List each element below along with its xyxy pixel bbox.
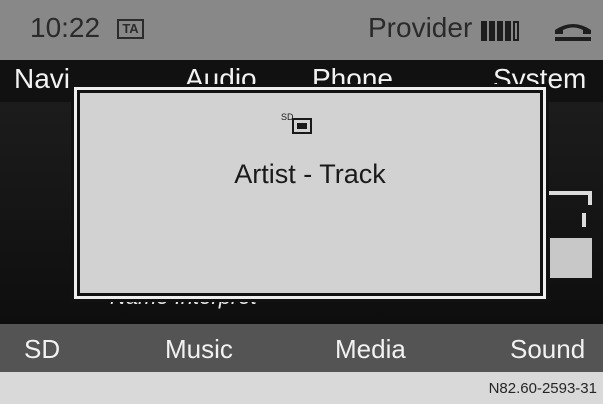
figure-reference-code: N82.60-2593-31	[488, 380, 597, 397]
gauge-block	[550, 238, 592, 278]
traffic-announcement-badge: TA	[117, 19, 144, 39]
status-bar: 10:22 TA Provider	[0, 0, 603, 60]
signal-bar	[489, 21, 495, 41]
signal-bar	[505, 21, 511, 41]
signal-bar-empty	[513, 21, 519, 41]
now-playing-popup: SD Artist - Track	[71, 84, 549, 302]
network-provider: Provider	[368, 12, 473, 43]
menu-item-music[interactable]: Music	[165, 334, 233, 365]
sd-card-icon: SD	[281, 112, 312, 134]
volume-gauge	[548, 183, 592, 283]
phone-handset-icon	[555, 24, 591, 41]
signal-strength-icon	[481, 21, 519, 41]
signal-bar	[481, 21, 487, 41]
clock-time: 10:22	[30, 12, 101, 43]
bottom-menu: SD Music Media Sound	[0, 324, 603, 372]
menu-item-navi[interactable]: Navi	[14, 63, 70, 95]
menu-item-media[interactable]: Media	[335, 334, 406, 365]
menu-item-sound[interactable]: Sound	[510, 334, 585, 365]
gauge-line	[548, 191, 592, 195]
menu-item-sd[interactable]: SD	[24, 334, 60, 365]
gauge-line	[588, 191, 592, 205]
popup-frame: SD Artist - Track	[74, 87, 546, 299]
gauge-tick	[582, 213, 586, 227]
signal-bar	[497, 21, 503, 41]
head-unit-screen: 10:22 TA Provider Navi Audio Phone Syste…	[0, 0, 603, 404]
popup-body: SD Artist - Track	[80, 93, 540, 293]
track-title: Artist - Track	[234, 159, 386, 189]
